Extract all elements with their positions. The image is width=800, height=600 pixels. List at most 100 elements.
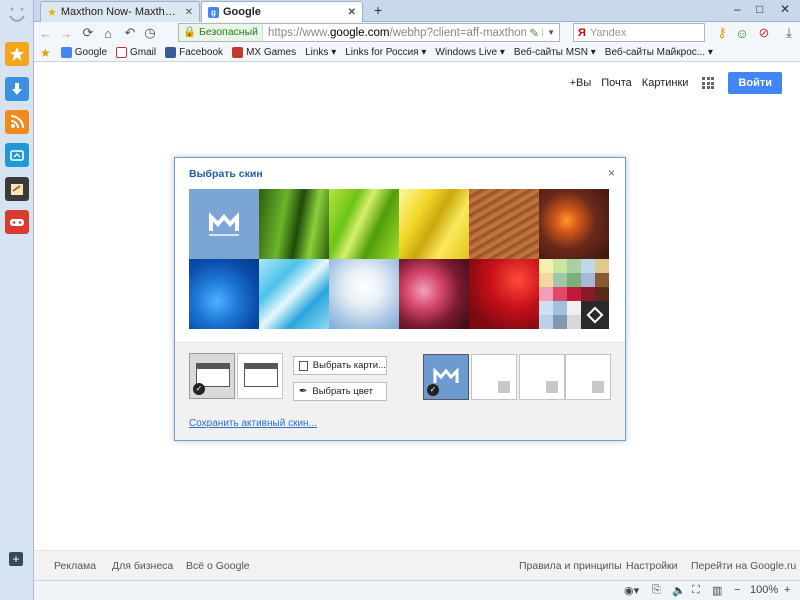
bookmark-links[interactable]: Links ▾	[305, 47, 336, 58]
zoom-level[interactable]: 100%	[750, 584, 778, 596]
skin-red-petals[interactable]	[469, 259, 539, 329]
search-box[interactable]: Я Yandex	[573, 23, 705, 42]
skin-ice[interactable]	[259, 259, 329, 329]
undo-close-icon[interactable]: ↶	[122, 25, 138, 41]
favorites-star-icon[interactable]	[5, 42, 29, 66]
bookmark-microsoft[interactable]: Веб-сайты Майкрос... ▾	[605, 47, 713, 58]
zoom-in-icon[interactable]: +	[784, 584, 790, 596]
choose-color-label: Выбрать цвет	[312, 386, 373, 397]
download-arrow-icon[interactable]: ⤓	[781, 25, 797, 41]
bookmark-star-icon[interactable]: ★	[40, 46, 51, 60]
accent-swatch-3[interactable]	[519, 354, 565, 400]
home-icon[interactable]: ⌂	[100, 25, 116, 41]
choose-color-button[interactable]: ✒ Выбрать цвет	[293, 382, 387, 401]
navigation-bar: ← → ⟳ ⌂ ↶ ◷ 🔒 Безопасный https://www.goo…	[34, 22, 800, 44]
bookmark-google[interactable]: Google	[60, 47, 107, 58]
skin-yellow[interactable]	[399, 189, 469, 259]
tab-maxthon-now[interactable]: ★ Maxthon Now- Maxthon Start Pa... ✕	[40, 1, 200, 22]
secure-label: Безопасный	[199, 26, 259, 38]
volume-icon[interactable]: 🔈	[672, 584, 686, 597]
footer-privacy[interactable]: Правила и принципы	[519, 560, 622, 572]
yandex-icon: Я	[578, 26, 586, 39]
tab-google[interactable]: g Google ✕	[201, 1, 363, 22]
split-view-icon[interactable]: ▥	[712, 584, 722, 597]
bookmark-label: Веб-сайты MSN ▾	[513, 47, 596, 58]
notes-icon[interactable]	[5, 177, 29, 201]
bookmarks-bar: ★ Google Gmail Facebook MX Games Links ▾…	[34, 44, 800, 62]
bookmark-label: Links for Россия ▾	[345, 47, 427, 58]
history-clock-icon[interactable]: ◷	[142, 25, 158, 41]
skin-blue-water[interactable]	[189, 259, 259, 329]
key-icon[interactable]: ⚷	[714, 25, 730, 41]
skin-blossom[interactable]	[399, 259, 469, 329]
footer-business[interactable]: Для бизнеса	[112, 560, 173, 572]
layout-option-modern[interactable]	[237, 353, 283, 399]
footer-settings[interactable]: Настройки	[626, 560, 678, 572]
layout-option-classic[interactable]: ✓	[189, 353, 235, 399]
save-active-skin-link[interactable]: Сохранить активный скин...	[189, 418, 317, 429]
bookmark-gmail[interactable]: Gmail	[116, 47, 156, 58]
maxthon-smile-icon[interactable]	[3, 2, 31, 32]
games-icon[interactable]	[5, 210, 29, 234]
google-page: +Вы Почта Картинки Войти Реклама Для биз…	[34, 62, 800, 580]
lock-icon: 🔒	[183, 26, 197, 38]
skin-palette[interactable]	[539, 259, 609, 329]
facebook-icon	[165, 47, 177, 58]
skin-clouds[interactable]	[329, 259, 399, 329]
skin-green-grass[interactable]	[259, 189, 329, 259]
feather-icon[interactable]: ✎	[526, 26, 542, 40]
dialog-options: ✓ Выбрать карти... ✒ Выбрать цвет ✓ Сохр…	[175, 342, 625, 440]
maximize-button[interactable]: □	[756, 2, 763, 16]
checkmark-icon: ✓	[427, 384, 439, 396]
skin-maxthon-default[interactable]	[189, 189, 259, 259]
accent-swatch-maxthon[interactable]: ✓	[423, 354, 469, 400]
mail-link[interactable]: Почта	[601, 77, 632, 89]
footer-advertising[interactable]: Реклама	[54, 560, 96, 572]
back-arrow-icon[interactable]: ←	[38, 25, 54, 41]
google-tab-icon: g	[208, 6, 219, 18]
footer-about[interactable]: Всё о Google	[186, 560, 250, 572]
bookmark-links-russia[interactable]: Links for Россия ▾	[345, 47, 426, 58]
screenshot-status-icon[interactable]: ⎘	[652, 584, 661, 597]
footer-google-ru[interactable]: Перейти на Google.ru	[691, 560, 796, 572]
download-icon[interactable]	[5, 77, 29, 101]
rss-icon[interactable]	[5, 110, 29, 134]
screenshot-icon[interactable]	[5, 143, 29, 167]
skin-orange-bokeh[interactable]	[539, 189, 609, 259]
skin-sand[interactable]	[469, 189, 539, 259]
skin-lime[interactable]	[329, 189, 399, 259]
user-icon[interactable]: ☺	[734, 25, 750, 41]
tab-close-icon[interactable]: ✕	[348, 7, 356, 18]
bookmark-windows-live[interactable]: Windows Live ▾	[435, 47, 505, 58]
accent-swatch-2[interactable]	[471, 354, 517, 400]
dialog-close-button[interactable]: ×	[608, 166, 615, 180]
security-shield-icon[interactable]: ◉▾	[624, 584, 639, 597]
bookmark-mx-games[interactable]: MX Games	[232, 47, 296, 58]
secure-badge[interactable]: 🔒 Безопасный	[179, 24, 264, 41]
choose-image-button[interactable]: Выбрать карти...	[293, 356, 387, 375]
bookmark-label: Links ▾	[305, 47, 337, 58]
apps-grid-icon[interactable]	[702, 77, 715, 89]
ad-block-icon[interactable]: ⊘	[756, 25, 772, 41]
accent-swatch-4[interactable]	[565, 354, 611, 400]
skin-dialog: Выбрать скин × ✓ Выбрать карти... ✒ Выбр…	[174, 157, 626, 441]
sidebar-add-icon[interactable]: +	[9, 552, 23, 566]
sign-in-button[interactable]: Войти	[728, 72, 782, 94]
close-window-button[interactable]: ✕	[780, 2, 790, 16]
address-dropdown-icon[interactable]: ▼	[542, 28, 559, 37]
images-link[interactable]: Картинки	[642, 77, 689, 89]
sidebar: +	[0, 0, 34, 600]
plus-you-link[interactable]: +Вы	[570, 77, 592, 89]
url-text[interactable]: https://www.google.com/webhp?client=aff-…	[263, 27, 526, 39]
bookmark-msn[interactable]: Веб-сайты MSN ▾	[514, 47, 596, 58]
zoom-out-icon[interactable]: −	[734, 584, 740, 596]
new-tab-button[interactable]: +	[374, 2, 382, 18]
tab-close-icon[interactable]: ✕	[185, 7, 193, 18]
address-bar[interactable]: 🔒 Безопасный https://www.google.com/webh…	[178, 23, 560, 42]
forward-arrow-icon[interactable]: →	[58, 25, 74, 41]
minimize-button[interactable]: –	[734, 2, 741, 16]
refresh-icon[interactable]: ⟳	[80, 25, 96, 41]
maxthon-logo-icon	[189, 189, 259, 259]
fullscreen-icon[interactable]: ⛶	[692, 584, 700, 597]
bookmark-facebook[interactable]: Facebook	[165, 47, 223, 58]
